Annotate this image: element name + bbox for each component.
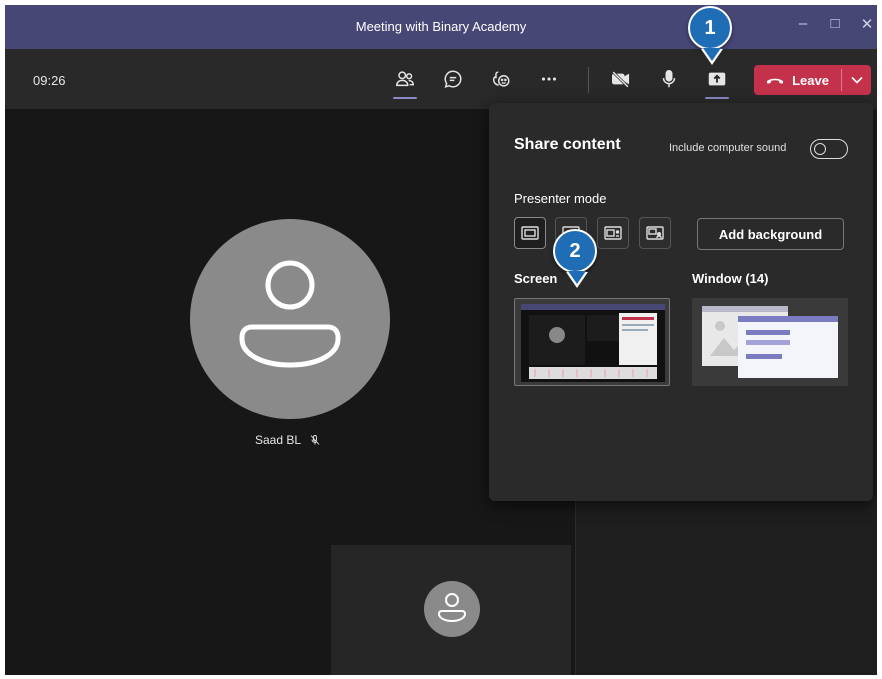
avatar (424, 581, 480, 637)
participant-label: Saad BL (255, 433, 321, 447)
callout-badge-1: 1 (688, 6, 732, 65)
more-options-button[interactable] (533, 63, 565, 95)
toggle-knob (814, 143, 826, 155)
chevron-down-icon (850, 76, 863, 84)
active-indicator (393, 97, 417, 99)
person-icon (437, 593, 467, 623)
window-title: Meeting with Binary Academy (355, 19, 527, 34)
share-content-panel: Share content Include computer sound Pre… (489, 103, 873, 501)
window-share-thumbnail[interactable] (692, 298, 848, 386)
meeting-timer: 09:26 (33, 73, 66, 88)
leave-button[interactable]: Leave (754, 65, 841, 95)
title-bar: Meeting with Binary Academy – □ ✕ (5, 5, 877, 49)
meeting-toolbar: 09:26 Leave (5, 49, 877, 109)
presenter-mode-label: Presenter mode (514, 191, 607, 206)
active-indicator (705, 97, 729, 99)
screen-section-label: Screen (514, 271, 558, 286)
content-only-icon (521, 226, 539, 240)
share-content-title: Share content (514, 136, 621, 153)
people-icon (396, 71, 414, 87)
mic-icon (662, 70, 676, 88)
participant-name: Saad BL (255, 433, 302, 447)
maximize-button[interactable]: □ (823, 15, 847, 32)
reactions-icon (492, 71, 510, 87)
reporter-icon (646, 226, 664, 240)
include-sound-toggle[interactable] (810, 139, 848, 159)
chat-icon (444, 70, 462, 88)
teams-meeting-window: Meeting with Binary Academy – □ ✕ 09:26 (5, 5, 877, 675)
screen-share-thumbnail[interactable] (514, 298, 670, 386)
share-icon (708, 72, 726, 86)
person-icon (239, 260, 341, 368)
presenter-mode-reporter[interactable] (639, 217, 671, 249)
leave-label: Leave (792, 72, 829, 88)
more-icon (541, 77, 557, 81)
participants-button[interactable] (389, 63, 421, 99)
mic-toggle-button[interactable] (653, 63, 685, 95)
window-section-label: Window (14) (692, 271, 769, 286)
include-sound-label: Include computer sound (669, 142, 787, 154)
window-preview-image (692, 298, 848, 386)
close-button[interactable]: ✕ (855, 15, 877, 33)
toolbar-divider (588, 67, 589, 93)
presenter-mode-side-by-side[interactable] (597, 217, 629, 249)
mic-muted-icon (310, 435, 320, 445)
camera-toggle-button[interactable] (605, 63, 637, 95)
chat-button[interactable] (437, 63, 469, 95)
add-background-button[interactable]: Add background (697, 218, 844, 250)
screen-preview-image (515, 299, 669, 385)
share-content-button[interactable] (701, 63, 733, 99)
phone-icon (766, 78, 784, 84)
presenter-mode-content-only[interactable] (514, 217, 546, 249)
avatar (190, 219, 390, 419)
camera-off-icon (612, 71, 630, 88)
side-by-side-icon (604, 226, 622, 240)
callout-badge-2: 2 (553, 229, 597, 288)
leave-button-group: Leave (754, 65, 871, 95)
reactions-button[interactable] (485, 63, 517, 95)
minimize-button[interactable]: – (791, 15, 815, 32)
self-video-tile (331, 545, 571, 675)
leave-options-button[interactable] (842, 65, 871, 95)
